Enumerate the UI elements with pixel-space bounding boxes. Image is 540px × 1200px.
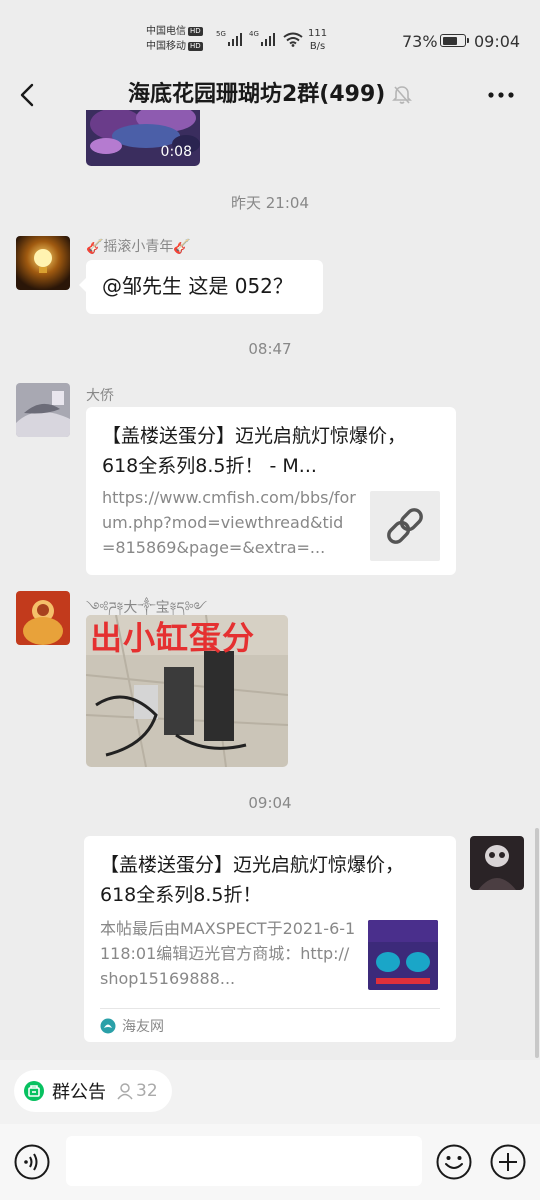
- emoji-icon[interactable]: [436, 1144, 472, 1180]
- link-title: 【盖楼送蛋分】迈光启航灯惊爆价，618全系列8.5折！ - M...: [102, 425, 407, 477]
- chat-messages[interactable]: 0:08 昨天 21:04 🎸摇滚小青年🎸 @邹先生 这是 052？ 08:47…: [0, 110, 540, 1060]
- wifi-icon: [283, 32, 303, 47]
- battery-icon: [440, 34, 469, 47]
- member-count: 32: [116, 1081, 158, 1101]
- signal-bars-icon: [228, 32, 242, 46]
- notice-label: 群公告: [52, 1082, 106, 1103]
- hd-badge: HD: [188, 27, 203, 36]
- scrollbar[interactable]: [535, 828, 539, 1058]
- input-bar: [0, 1124, 540, 1200]
- sender-name: 大侨: [86, 388, 114, 404]
- carrier-2: 中国移动: [146, 41, 186, 52]
- carrier-1: 中国电信: [146, 26, 186, 37]
- share-title: 【盖楼送蛋分】迈光启航灯惊爆价，618全系列8.5折！: [100, 854, 405, 906]
- bell-off-icon: [392, 86, 412, 104]
- message-input[interactable]: [66, 1136, 422, 1186]
- status-time: 09:04: [474, 32, 521, 51]
- person-icon: [117, 1083, 133, 1100]
- link-card[interactable]: 【盖楼送蛋分】迈光启航灯惊爆价，618全系列8.5折！ - M... https…: [86, 407, 456, 575]
- card-divider: [100, 1008, 440, 1009]
- chat-header: 海底花园珊瑚坊2群(499): [0, 80, 540, 110]
- video-duration: 0:08: [160, 144, 192, 160]
- hd-badge: HD: [188, 42, 203, 51]
- avatar[interactable]: [470, 836, 524, 890]
- time-divider: 09:04: [248, 794, 292, 812]
- signal-type-2: 4G: [249, 30, 259, 38]
- link-url: https://www.cmfish.com/bbs/forum.php?mod…: [102, 488, 356, 557]
- avatar[interactable]: [16, 236, 70, 290]
- group-notice-button[interactable]: 群公告 32: [14, 1070, 172, 1112]
- link-thumbnail: [370, 491, 440, 561]
- signal-bars-icon: [261, 32, 275, 46]
- share-description: 本帖最后由MAXSPECT于2021-6-1118:01编辑迈光官方商城：htt…: [100, 919, 356, 988]
- video-message[interactable]: 0:08: [86, 110, 200, 166]
- sender-name: 🎸摇滚小青年🎸: [86, 239, 191, 255]
- share-source: 海友网: [100, 1016, 164, 1036]
- plus-icon[interactable]: [490, 1144, 526, 1180]
- voice-icon[interactable]: [14, 1144, 50, 1180]
- net-speed: 111 B/s: [308, 28, 328, 52]
- image-caption: 出小缸蛋分: [90, 619, 256, 657]
- battery-percent: 73%: [402, 32, 438, 51]
- notice-strip: 群公告 32: [0, 1060, 540, 1124]
- share-source-name: 海友网: [122, 1019, 164, 1035]
- link-icon: [387, 508, 423, 544]
- chevron-left-icon[interactable]: [14, 80, 42, 110]
- signal-type-1: 5G: [216, 30, 226, 38]
- status-bar: 中国电信 HD 中国移动 HD 5G 4G 111 B/s 73% 09:04: [0, 0, 540, 80]
- chat-title: 海底花园珊瑚坊2群(499): [128, 82, 386, 107]
- ellipsis-icon[interactable]: [486, 82, 516, 108]
- carrier-info: 中国电信 HD 中国移动 HD: [146, 24, 203, 54]
- share-thumbnail: [368, 920, 438, 990]
- text-message[interactable]: @邹先生 这是 052？: [79, 260, 323, 314]
- notice-icon: [24, 1081, 44, 1101]
- avatar[interactable]: [16, 591, 70, 645]
- time-divider: 昨天 21:04: [231, 194, 309, 212]
- source-icon: [100, 1018, 116, 1034]
- time-divider: 08:47: [248, 340, 292, 358]
- share-card[interactable]: 【盖楼送蛋分】迈光启航灯惊爆价，618全系列8.5折！ 本帖最后由MAXSPEC…: [84, 836, 456, 1042]
- image-message[interactable]: 出小缸蛋分: [86, 615, 288, 767]
- avatar[interactable]: [16, 383, 70, 437]
